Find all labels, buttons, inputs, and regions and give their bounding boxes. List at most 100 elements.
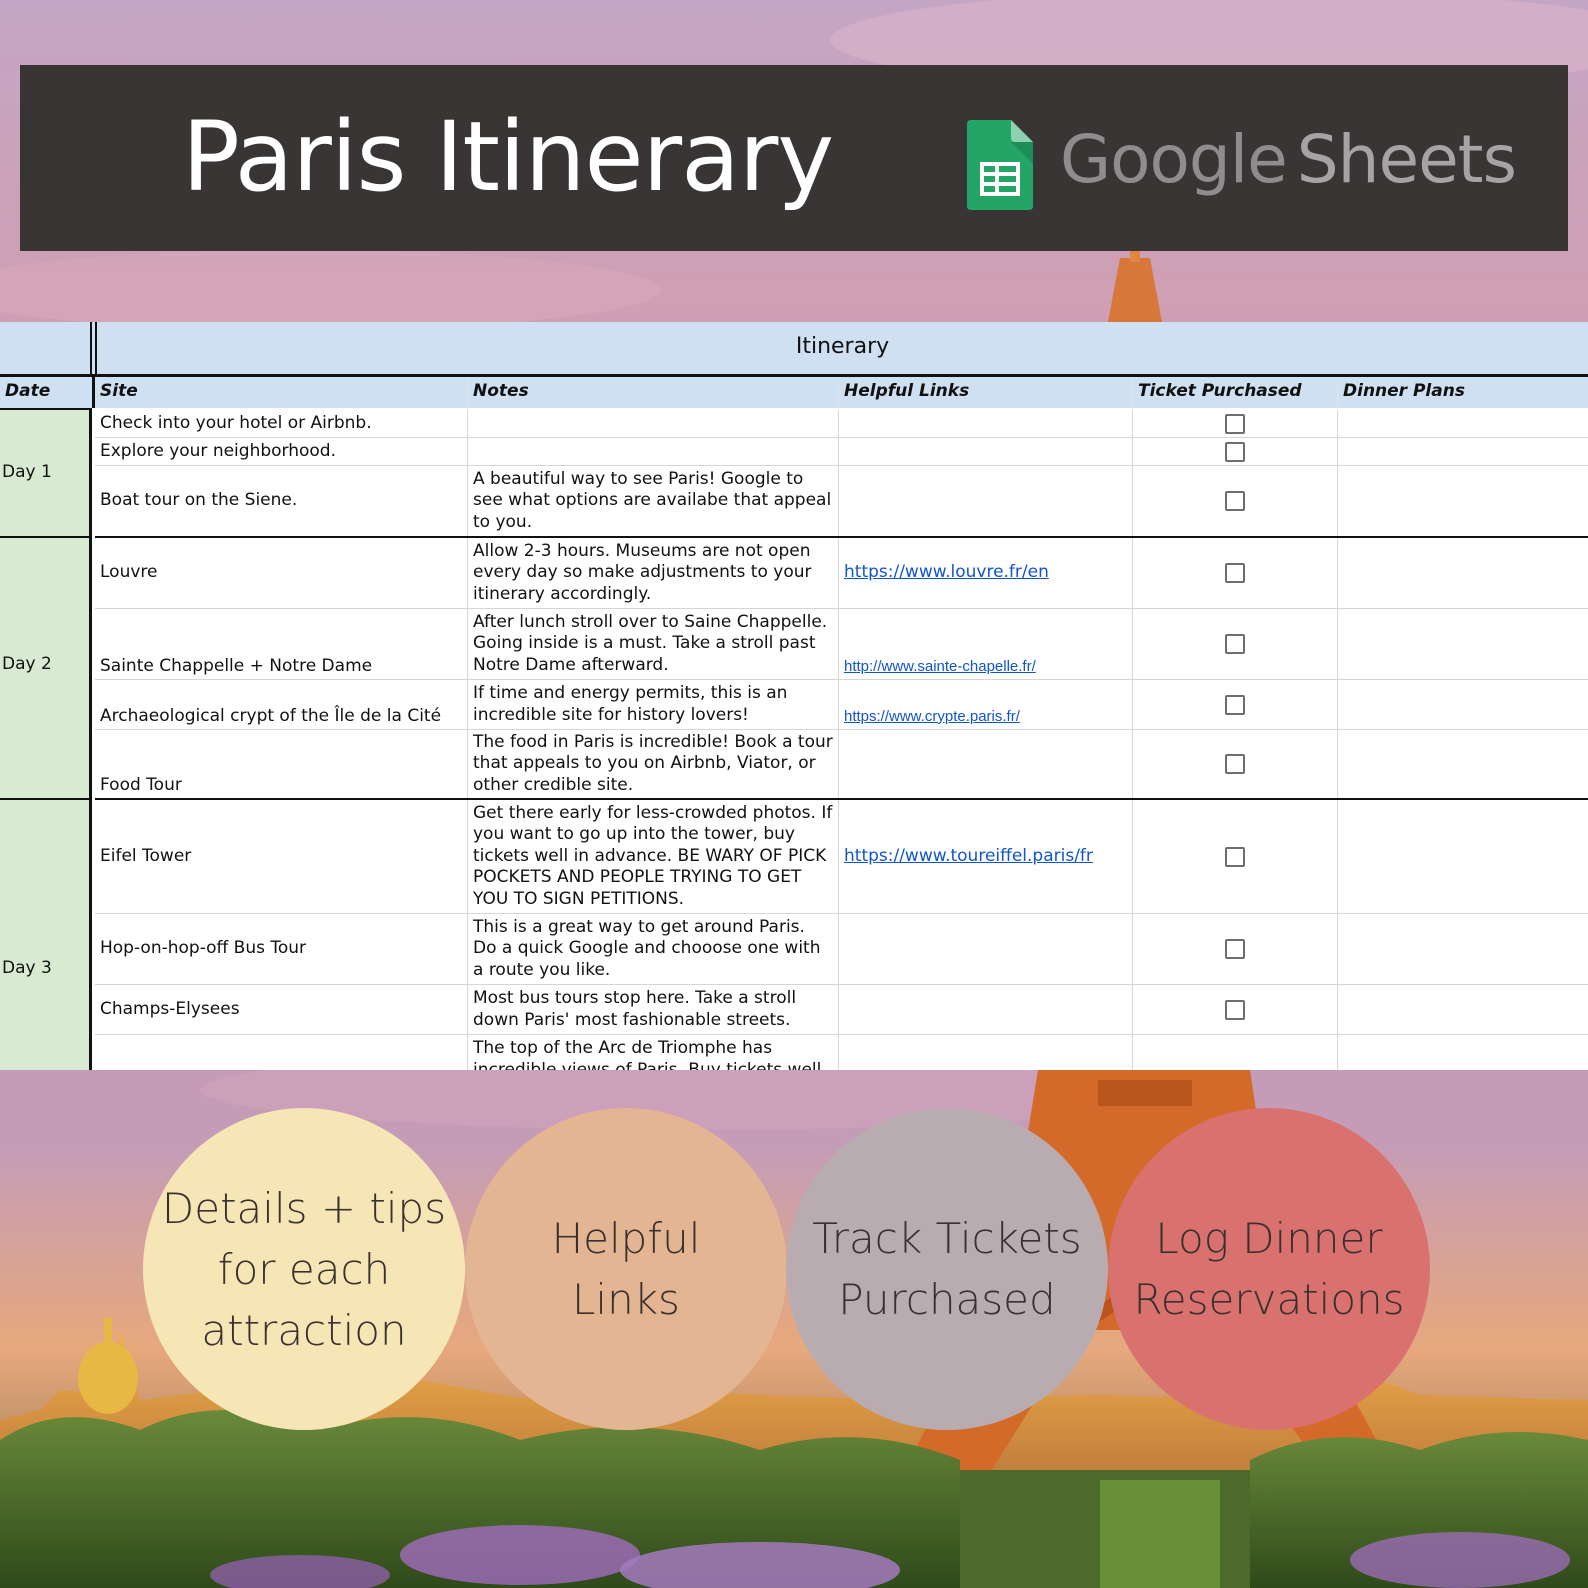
checkbox-icon[interactable]	[1225, 413, 1245, 434]
column-header-site[interactable]: Site	[95, 377, 468, 408]
notes-cell[interactable]	[468, 410, 839, 437]
column-header-date[interactable]: Date	[0, 377, 95, 408]
helpful-links-cell: https://www.toureiffel.paris/fr	[839, 800, 1133, 913]
ticket-cell	[1133, 800, 1338, 913]
feature-line: attraction	[201, 1305, 407, 1355]
column-header-dinner-plans[interactable]: Dinner Plans	[1338, 377, 1588, 408]
link-crypte[interactable]: https://www.crypte.paris.fr/	[844, 706, 1127, 728]
date-label: Day 2	[2, 654, 52, 674]
feature-line: Helpful	[551, 1214, 701, 1263]
helpful-links-cell[interactable]	[839, 985, 1133, 1034]
table-row: Food Tour The food in Paris is incredibl…	[95, 730, 1588, 800]
dinner-plans-cell[interactable]	[1338, 609, 1588, 679]
site-cell[interactable]: Champs-Elysees	[95, 985, 468, 1034]
ticket-cell	[1133, 914, 1338, 984]
feature-line: Details + tips	[161, 1183, 447, 1233]
site-cell[interactable]	[95, 1035, 468, 1070]
feature-line: for each	[217, 1244, 391, 1294]
table-row: Eifel Tower Get there early for less-cro…	[95, 800, 1588, 914]
link-toureiffel[interactable]: https://www.toureiffel.paris/fr	[844, 846, 1127, 868]
notes-cell[interactable]: After lunch stroll over to Saine Chappel…	[468, 609, 839, 679]
ticket-cell	[1133, 609, 1338, 679]
helpful-links-cell: https://www.crypte.paris.fr/	[839, 680, 1133, 729]
dinner-plans-cell[interactable]	[1338, 730, 1588, 798]
checkbox-icon[interactable]	[1225, 999, 1245, 1020]
dinner-plans-cell[interactable]	[1338, 914, 1588, 984]
freeze-divider	[90, 322, 97, 377]
checkbox-icon[interactable]	[1225, 939, 1245, 959]
date-label: Day 3	[2, 958, 52, 978]
helpful-links-cell[interactable]	[839, 410, 1133, 437]
site-cell[interactable]: Food Tour	[95, 730, 468, 798]
ticket-cell	[1133, 410, 1338, 437]
ticket-cell	[1133, 466, 1338, 536]
table-row: Hop-on-hop-off Bus Tour This is a great …	[95, 914, 1588, 985]
helpful-links-cell[interactable]	[839, 1035, 1133, 1070]
helpful-links-cell[interactable]	[839, 730, 1133, 798]
notes-cell[interactable]: Most bus tours stop here. Take a stroll …	[468, 985, 839, 1034]
dinner-plans-cell[interactable]	[1338, 985, 1588, 1034]
notes-cell[interactable]: The food in Paris is incredible! Book a …	[468, 730, 839, 798]
feature-circle-helpful-links: Helpful Links	[465, 1108, 787, 1430]
feature-circle-details: Details + tips for each attraction	[143, 1108, 465, 1430]
notes-cell[interactable]: This is a great way to get around Paris.…	[468, 914, 839, 984]
table-row: Louvre Allow 2-3 hours. Museums are not …	[95, 538, 1588, 609]
date-cell-day-3[interactable]: Day 3	[0, 800, 92, 1070]
site-cell[interactable]: Louvre	[95, 538, 468, 608]
helpful-links-cell: https://www.louvre.fr/en	[839, 538, 1133, 608]
dinner-plans-cell[interactable]	[1338, 466, 1588, 536]
checkbox-icon[interactable]	[1225, 754, 1245, 774]
checkbox-icon[interactable]	[1225, 441, 1245, 462]
date-cell-day-2[interactable]: Day 2	[0, 538, 92, 800]
helpful-links-cell[interactable]	[839, 466, 1133, 536]
feature-circle-track-tickets: Track Tickets Purchased	[786, 1108, 1108, 1430]
feature-text: Track Tickets Purchased	[812, 1208, 1081, 1330]
site-cell[interactable]: Eifel Tower	[95, 800, 468, 913]
table-row: Boat tour on the Siene. A beautiful way …	[95, 466, 1588, 538]
ticket-cell	[1133, 985, 1338, 1034]
feature-line: Log Dinner	[1155, 1214, 1383, 1263]
table-row: Sainte Chappelle + Notre Dame After lunc…	[95, 609, 1588, 680]
dinner-plans-cell[interactable]	[1338, 800, 1588, 913]
column-header-ticket-purchased[interactable]: Ticket Purchased	[1133, 377, 1338, 408]
ticket-cell	[1133, 730, 1338, 798]
checkbox-icon[interactable]	[1225, 491, 1245, 511]
helpful-links-cell: http://www.sainte-chapelle.fr/	[839, 609, 1133, 679]
helpful-links-cell[interactable]	[839, 438, 1133, 465]
site-cell[interactable]: Boat tour on the Siene.	[95, 466, 468, 536]
brand-word-google: Google	[1060, 121, 1288, 198]
notes-cell[interactable]	[468, 438, 839, 465]
dinner-plans-cell[interactable]	[1338, 538, 1588, 608]
feature-text: Helpful Links	[552, 1208, 701, 1330]
site-cell[interactable]: Archaeological crypt of the Île de la Ci…	[95, 680, 468, 729]
link-louvre[interactable]: https://www.louvre.fr/en	[844, 562, 1127, 584]
date-cell-day-1[interactable]: Day 1	[0, 410, 92, 538]
notes-cell[interactable]: A beautiful way to see Paris! Google to …	[468, 466, 839, 536]
site-cell[interactable]: Explore your neighborhood.	[95, 438, 468, 465]
dinner-plans-cell[interactable]	[1338, 438, 1588, 465]
site-cell[interactable]: Check into your hotel or Airbnb.	[95, 410, 468, 437]
dinner-plans-cell[interactable]	[1338, 410, 1588, 437]
dinner-plans-cell[interactable]	[1338, 680, 1588, 729]
title-banner: Paris Itinerary Google Sheets	[20, 65, 1568, 251]
google-sheets-wordmark: Google Sheets	[1060, 121, 1517, 198]
checkbox-icon[interactable]	[1225, 846, 1245, 867]
site-cell[interactable]: Hop-on-hop-off Bus Tour	[95, 914, 468, 984]
feature-line: Purchased	[838, 1275, 1056, 1324]
ticket-cell	[1133, 438, 1338, 465]
dinner-plans-cell[interactable]	[1338, 1035, 1588, 1070]
checkbox-icon[interactable]	[1225, 563, 1245, 583]
notes-cell[interactable]: If time and energy permits, this is an i…	[468, 680, 839, 729]
column-header-notes[interactable]: Notes	[468, 377, 839, 408]
table-row: Archaeological crypt of the Île de la Ci…	[95, 680, 1588, 730]
checkbox-icon[interactable]	[1225, 694, 1245, 715]
checkbox-icon[interactable]	[1225, 634, 1245, 654]
feature-text: Log Dinner Reservations	[1133, 1208, 1404, 1330]
notes-cell[interactable]: The top of the Arc de Triomphe has incre…	[468, 1035, 839, 1070]
helpful-links-cell[interactable]	[839, 914, 1133, 984]
site-cell[interactable]: Sainte Chappelle + Notre Dame	[95, 609, 468, 679]
notes-cell[interactable]: Get there early for less-crowded photos.…	[468, 800, 839, 913]
notes-cell[interactable]: Allow 2-3 hours. Museums are not open ev…	[468, 538, 839, 608]
link-sainte-chapelle[interactable]: http://www.sainte-chapelle.fr/	[844, 656, 1127, 678]
column-header-helpful-links[interactable]: Helpful Links	[839, 377, 1133, 408]
